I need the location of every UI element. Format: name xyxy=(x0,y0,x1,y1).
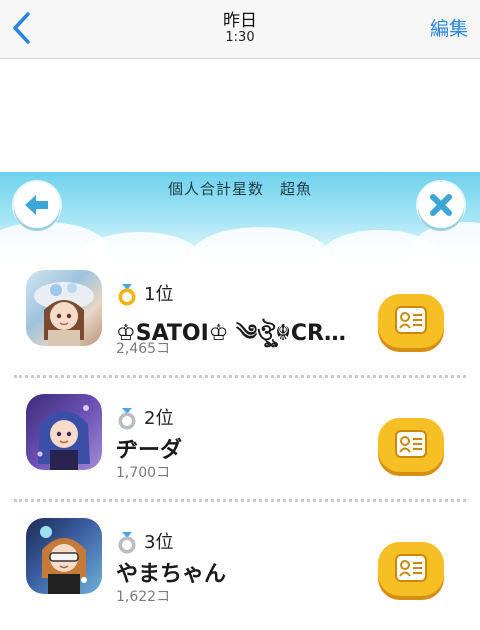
profile-card-button[interactable] xyxy=(378,294,444,348)
player-name: やまちゃん xyxy=(116,562,227,587)
divider xyxy=(14,499,466,502)
ranking-panel-header: 個人合計星数 超魚 xyxy=(0,172,480,258)
nav-title: 昨日 xyxy=(223,11,257,31)
left-arrow-icon xyxy=(25,195,48,215)
player-name: ヂーダ xyxy=(116,438,183,463)
rank-label: 2位 xyxy=(144,408,174,429)
divider xyxy=(14,375,466,378)
rank-label: 3位 xyxy=(144,532,174,553)
rank-label: 1位 xyxy=(144,284,174,305)
ranking-list: 1位 ♔SATOI♔ ༄ঔৣ☬CR… 2,465コ 2位 ヂーダ 1,700コ … xyxy=(0,258,480,630)
gold-medal-icon xyxy=(116,284,138,306)
star-count: 1,622コ xyxy=(116,589,171,605)
close-icon xyxy=(430,194,452,216)
player-avatar[interactable] xyxy=(26,394,102,470)
edit-button[interactable]: 編集 xyxy=(430,14,468,41)
star-count: 1,700コ xyxy=(116,465,171,481)
id-card-icon xyxy=(395,430,427,458)
id-card-icon xyxy=(395,306,427,334)
profile-card-button[interactable] xyxy=(378,542,444,596)
star-count: 2,465コ xyxy=(116,341,171,357)
panel-back-button[interactable] xyxy=(14,182,60,228)
player-avatar[interactable] xyxy=(26,518,102,594)
silver-medal-icon xyxy=(116,408,138,430)
ranking-title: 個人合計星数 超魚 xyxy=(167,180,312,198)
ranking-row: 2位 ヂーダ 1,700コ xyxy=(0,382,480,506)
nav-subtitle: 1:30 xyxy=(225,30,255,45)
panel-close-button[interactable] xyxy=(418,182,464,228)
ranking-row: 1位 ♔SATOI♔ ༄ঔৣ☬CR… 2,465コ xyxy=(0,258,480,382)
id-card-icon xyxy=(395,554,427,582)
cloud-decoration xyxy=(190,227,330,258)
ranking-row: 3位 やまちゃん 1,622コ xyxy=(0,506,480,630)
profile-card-button[interactable] xyxy=(378,418,444,472)
player-avatar[interactable] xyxy=(26,270,102,346)
nav-bar: 昨日 1:30 編集 xyxy=(0,0,480,59)
silver-medal-icon xyxy=(116,532,138,554)
